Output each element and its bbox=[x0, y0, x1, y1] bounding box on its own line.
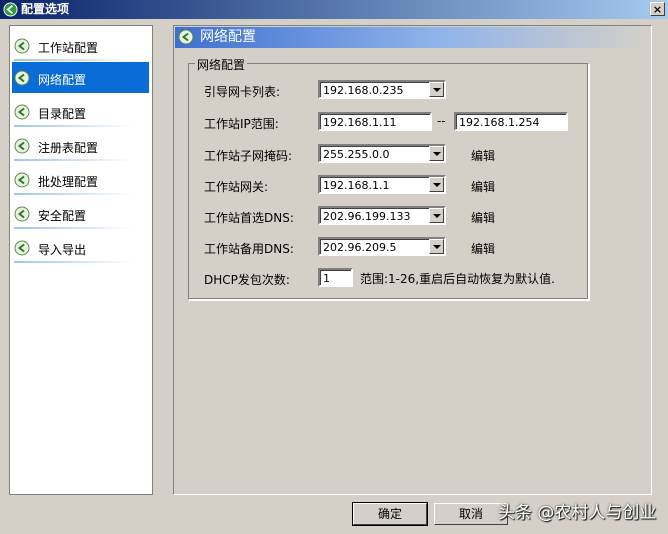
sidebar-item-workstation[interactable]: 工作站配置 bbox=[12, 30, 149, 61]
ip-range-end-value: 192.168.1.254 bbox=[459, 116, 540, 129]
sidebar-item-registry[interactable]: 注册表配置 bbox=[12, 130, 149, 161]
dns2-select[interactable]: 202.96.209.5 bbox=[318, 237, 446, 256]
dhcp-count-input[interactable]: 1 bbox=[318, 268, 353, 287]
chevron-down-icon[interactable] bbox=[429, 239, 444, 254]
chevron-down-icon[interactable] bbox=[429, 146, 444, 161]
chevron-down-icon[interactable] bbox=[429, 208, 444, 223]
import-export-icon bbox=[14, 240, 30, 256]
dns2-edit-link[interactable]: 编辑 bbox=[471, 240, 495, 257]
nic-list-label: 引导网卡列表: bbox=[204, 85, 281, 99]
divider bbox=[14, 261, 134, 263]
subnet-edit-link[interactable]: 编辑 bbox=[471, 147, 495, 164]
sidebar-item-security[interactable]: 安全配置 bbox=[12, 198, 149, 229]
ok-button[interactable]: 确定 bbox=[352, 502, 428, 526]
sidebar-item-label: 工作站配置 bbox=[38, 41, 99, 55]
dns1-edit-link[interactable]: 编辑 bbox=[471, 209, 495, 226]
sidebar-item-directory[interactable]: 目录配置 bbox=[12, 96, 149, 127]
groupbox-title: 网络配置 bbox=[195, 56, 248, 73]
dns2-value: 202.96.209.5 bbox=[323, 241, 397, 254]
panel-header: 网络配置 bbox=[175, 27, 650, 48]
nic-list-value: 192.168.0.235 bbox=[323, 84, 404, 97]
sidebar-item-label: 批处理配置 bbox=[38, 175, 99, 189]
ip-range-start-input[interactable]: 192.168.1.11 bbox=[318, 112, 432, 131]
ip-range-label: 工作站IP范围: bbox=[204, 117, 279, 131]
ip-range-start-value: 192.168.1.11 bbox=[323, 116, 397, 129]
close-button[interactable]: × bbox=[650, 2, 665, 16]
panel-title: 网络配置 bbox=[200, 29, 256, 45]
gateway-select[interactable]: 192.168.1.1 bbox=[318, 175, 446, 194]
divider bbox=[14, 227, 134, 229]
sidebar-item-network[interactable]: 网络配置 bbox=[12, 62, 149, 93]
security-icon bbox=[14, 206, 30, 222]
sidebar-item-import-export[interactable]: 导入导出 bbox=[12, 232, 149, 263]
window-title: 配置选项 bbox=[21, 2, 70, 16]
sidebar-item-label: 注册表配置 bbox=[38, 141, 99, 155]
batch-icon bbox=[14, 172, 30, 188]
divider bbox=[14, 159, 134, 161]
nic-list-select[interactable]: 192.168.0.235 bbox=[318, 80, 446, 99]
gateway-label: 工作站网关: bbox=[204, 180, 269, 194]
dns1-value: 202.96.199.133 bbox=[323, 210, 411, 223]
dns1-select[interactable]: 202.96.199.133 bbox=[318, 206, 446, 225]
chevron-down-icon[interactable] bbox=[429, 177, 444, 192]
dhcp-count-value: 1 bbox=[323, 272, 330, 285]
watermark: 头条 @农村人与创业 bbox=[498, 503, 657, 523]
sidebar-item-label: 导入导出 bbox=[38, 243, 87, 257]
subnet-label: 工作站子网掩码: bbox=[204, 149, 293, 163]
subnet-value: 255.255.0.0 bbox=[323, 148, 390, 161]
sidebar-item-batch[interactable]: 批处理配置 bbox=[12, 164, 149, 195]
cancel-button[interactable]: 取消 bbox=[434, 503, 508, 525]
gateway-value: 192.168.1.1 bbox=[323, 179, 390, 192]
sidebar-item-label: 网络配置 bbox=[38, 73, 87, 87]
divider bbox=[14, 125, 134, 127]
ip-range-separator: -- bbox=[437, 114, 446, 128]
registry-icon bbox=[14, 138, 30, 154]
chevron-down-icon[interactable] bbox=[429, 82, 444, 97]
gateway-edit-link[interactable]: 编辑 bbox=[471, 178, 495, 195]
config-dialog: 配置选项 × 工作站配置 网络配置 目录配置 注册表配置 批处理配置 安全配置 … bbox=[0, 0, 668, 534]
sidebar-item-label: 安全配置 bbox=[38, 209, 87, 223]
divider bbox=[14, 59, 134, 61]
dns2-label: 工作站备用DNS: bbox=[204, 242, 294, 256]
subnet-select[interactable]: 255.255.0.0 bbox=[318, 144, 446, 163]
ip-range-end-input[interactable]: 192.168.1.254 bbox=[454, 112, 568, 131]
dhcp-label: DHCP发包次数: bbox=[204, 273, 290, 287]
directory-icon bbox=[14, 104, 30, 120]
title-bar: 配置选项 × bbox=[0, 0, 668, 19]
app-icon bbox=[3, 2, 18, 17]
sidebar-item-label: 目录配置 bbox=[38, 107, 87, 121]
network-icon bbox=[178, 29, 194, 45]
workstation-icon bbox=[14, 38, 30, 54]
network-icon bbox=[14, 70, 30, 86]
dhcp-hint: 范围:1-26,重启后自动恢复为默认值. bbox=[360, 272, 555, 286]
divider bbox=[14, 193, 134, 195]
dns1-label: 工作站首选DNS: bbox=[204, 211, 294, 225]
sidebar: 工作站配置 网络配置 目录配置 注册表配置 批处理配置 安全配置 导入导出 bbox=[9, 25, 153, 495]
